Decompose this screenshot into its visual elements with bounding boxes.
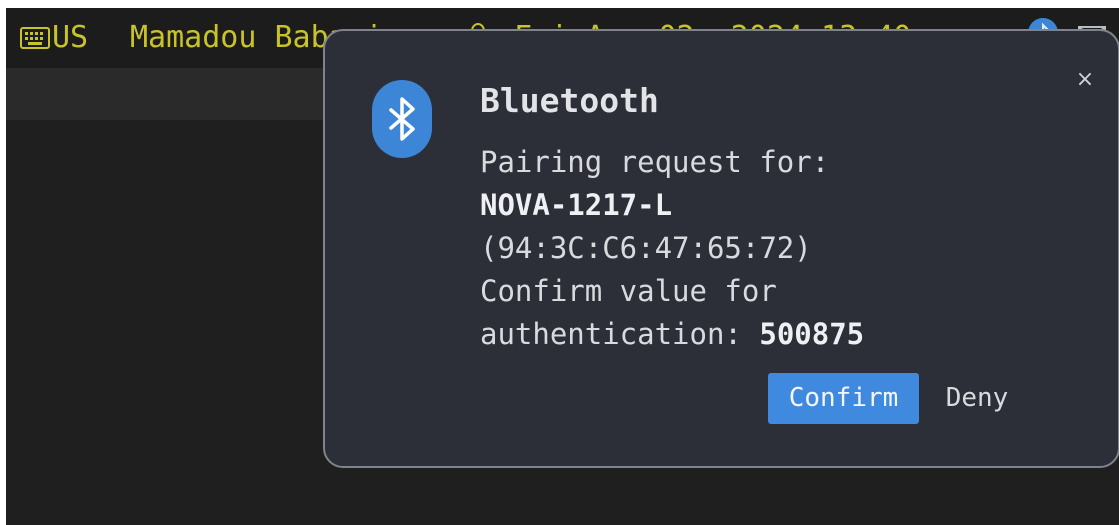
passkey-value: 500875 (759, 317, 865, 351)
device-address: (94:3C:C6:47:65:72) (480, 231, 812, 265)
deny-button[interactable]: Deny (933, 373, 1021, 424)
desktop-screen: US Mamadou Babaei Fri Aug 02, 2024 13:40… (6, 8, 1119, 525)
confirm-button[interactable]: Confirm (768, 373, 919, 424)
close-icon[interactable]: × (1073, 68, 1097, 92)
notification-body: Pairing request for: NOVA-1217-L (94:3C:… (480, 141, 864, 356)
bluetooth-icon (389, 97, 415, 141)
keyboard-layout-label[interactable]: US (52, 20, 88, 56)
secondary-bar (6, 68, 326, 120)
keyboard-icon (20, 27, 50, 49)
bluetooth-pairing-notification: × Bluetooth Pairing request for: NOVA-12… (323, 29, 1119, 468)
device-name: NOVA-1217-L (480, 188, 673, 222)
bluetooth-app-icon (372, 80, 432, 158)
pairing-request-text: Pairing request for: (480, 145, 830, 179)
authentication-label: authentication: (480, 317, 760, 351)
notification-title: Bluetooth (480, 81, 659, 120)
confirm-value-text: Confirm value for (480, 274, 777, 308)
